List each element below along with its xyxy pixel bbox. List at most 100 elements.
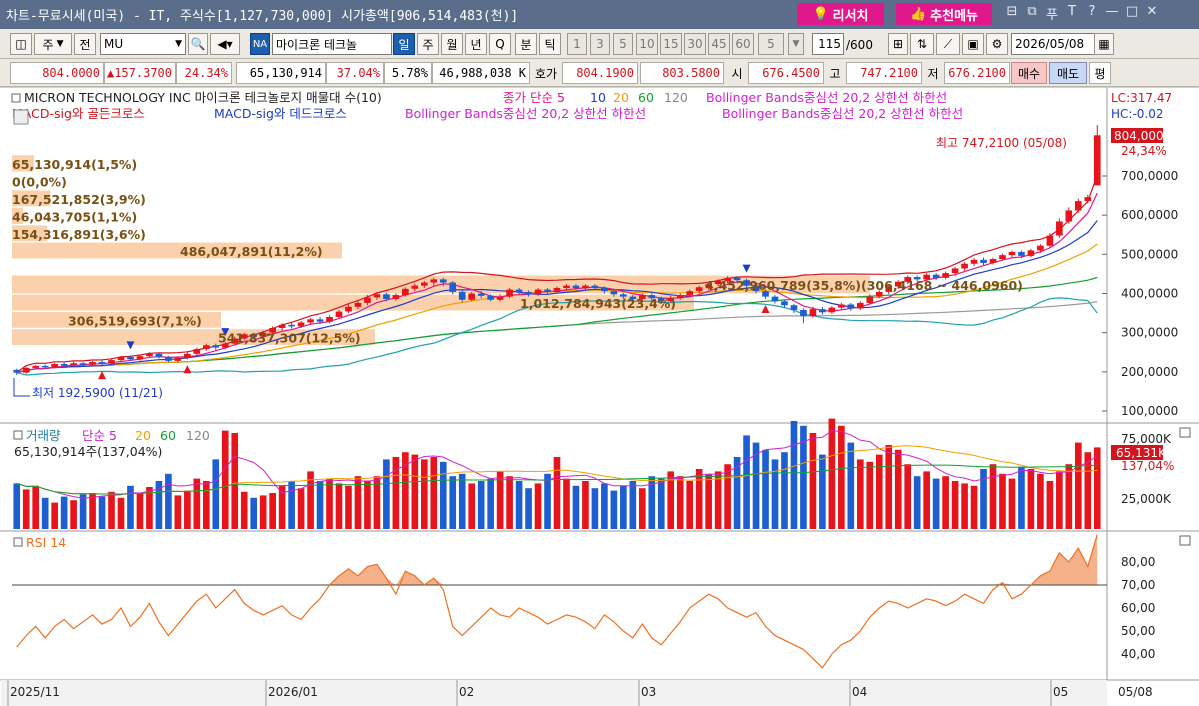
volume-bar[interactable] — [582, 481, 589, 529]
volume-bar[interactable] — [193, 478, 201, 529]
volume-bar[interactable] — [686, 481, 694, 529]
candle-body[interactable] — [193, 349, 201, 354]
candle-body[interactable] — [506, 289, 513, 297]
candle-body[interactable] — [439, 279, 447, 283]
volume-bar[interactable] — [866, 461, 874, 529]
candle-body[interactable] — [591, 285, 599, 289]
candle-body[interactable] — [1074, 201, 1082, 211]
candle-body[interactable] — [316, 319, 324, 322]
volume-bar[interactable] — [316, 481, 324, 529]
pin-icon[interactable]: 푸 — [1045, 4, 1059, 23]
candle-body[interactable] — [601, 288, 608, 292]
interval-1-button[interactable]: 1 — [567, 33, 587, 55]
chart-area[interactable]: 65,130,914(1,5%) 0(0,0%) 167,521,852(3,9%)… — [0, 88, 1199, 706]
candle-body[interactable] — [458, 291, 466, 300]
period-minute-button[interactable]: 분 — [515, 33, 537, 55]
volume-bar[interactable] — [695, 469, 703, 529]
evaluate-button[interactable]: 평 — [1089, 62, 1111, 84]
period-quarter-button[interactable]: Q — [489, 33, 511, 55]
volume-bar[interactable] — [1056, 471, 1063, 529]
volume-bar[interactable] — [809, 433, 817, 529]
candle-body[interactable] — [819, 309, 826, 313]
candle-body[interactable] — [487, 295, 494, 300]
chevron-down-icon[interactable]: ▼ — [175, 39, 182, 49]
candle-body[interactable] — [544, 289, 551, 292]
volume-bar[interactable] — [1008, 478, 1016, 529]
candle-body[interactable] — [184, 353, 191, 358]
candle-body[interactable] — [800, 309, 807, 317]
gear-icon[interactable]: ⚙ — [986, 33, 1008, 55]
candle-body[interactable] — [1046, 235, 1054, 246]
volume-bar[interactable] — [364, 481, 371, 529]
candle-body[interactable] — [1065, 210, 1073, 222]
interval-15-button[interactable]: 15 — [660, 33, 682, 55]
period-year-button[interactable]: 년 — [465, 33, 487, 55]
volume-bar[interactable] — [439, 461, 447, 529]
candle-type-icon[interactable]: ⇅ — [910, 33, 934, 55]
candle-body[interactable] — [1018, 251, 1025, 256]
volume-bar[interactable] — [620, 485, 627, 529]
candle-body[interactable] — [980, 259, 987, 263]
candle-body[interactable] — [809, 309, 817, 317]
buy-button[interactable]: 매수 — [1011, 62, 1047, 84]
maximize-icon[interactable]: □ — [1125, 4, 1139, 23]
volume-bar[interactable] — [762, 449, 769, 529]
period-type-select[interactable]: 주 ▼ — [34, 33, 72, 55]
volume-bar[interactable] — [790, 421, 798, 529]
help-icon[interactable]: ? — [1085, 4, 1099, 23]
candle-body[interactable] — [373, 294, 381, 298]
volume-bar[interactable] — [970, 485, 978, 529]
candle-body[interactable] — [307, 319, 314, 323]
candle-body[interactable] — [155, 353, 163, 357]
volume-bar[interactable] — [875, 454, 883, 529]
candle-body[interactable] — [354, 302, 362, 307]
volume-bar[interactable] — [1046, 481, 1054, 529]
volume-bar[interactable] — [714, 471, 722, 529]
candle-body[interactable] — [847, 304, 855, 309]
count-input[interactable]: 115 — [812, 33, 844, 55]
candle-body[interactable] — [89, 362, 96, 365]
custom-interval-field[interactable]: 5 — [758, 33, 784, 55]
volume-bar[interactable] — [392, 457, 400, 529]
volume-bar[interactable] — [430, 457, 438, 529]
volume-bar[interactable] — [165, 473, 172, 529]
volume-bar[interactable] — [269, 493, 276, 529]
candle-body[interactable] — [32, 365, 40, 368]
interval-3-button[interactable]: 3 — [590, 33, 610, 55]
volume-bar[interactable] — [1018, 466, 1025, 529]
volume-bar[interactable] — [136, 493, 144, 529]
candle-body[interactable] — [136, 356, 144, 360]
volume-bar[interactable] — [819, 454, 826, 529]
chart-svg[interactable]: 65,130,914(1,5%) 0(0,0%) 167,521,852(3,9%)… — [0, 88, 1199, 706]
volume-bar[interactable] — [610, 490, 618, 529]
candle-body[interactable] — [1056, 221, 1063, 236]
volume-bar[interactable] — [70, 500, 77, 529]
volume-bar[interactable] — [961, 483, 968, 529]
volume-bar[interactable] — [1065, 464, 1073, 529]
volume-bar[interactable] — [449, 476, 457, 529]
layout-icon[interactable]: ⊟ — [1005, 4, 1019, 23]
volume-bar[interactable] — [942, 476, 949, 529]
volume-bar[interactable] — [856, 459, 864, 529]
volume-bar[interactable] — [894, 449, 902, 529]
volume-bar[interactable] — [913, 476, 921, 529]
candle-body[interactable] — [22, 367, 30, 373]
candle-body[interactable] — [970, 259, 978, 264]
candle-body[interactable] — [572, 285, 580, 289]
candle-body[interactable] — [1084, 197, 1092, 202]
close-icon[interactable]: ✕ — [1145, 4, 1159, 23]
volume-bar[interactable] — [98, 496, 106, 529]
volume-bar[interactable] — [506, 476, 513, 529]
volume-bar[interactable] — [487, 478, 494, 529]
recommend-menu-button[interactable]: 👍 추천메뉴 — [896, 3, 992, 25]
candle-body[interactable] — [345, 306, 352, 312]
candle-body[interactable] — [297, 322, 305, 327]
interval-5-button[interactable]: 5 — [613, 33, 633, 55]
candle-body[interactable] — [856, 302, 864, 309]
volume-bar[interactable] — [601, 483, 608, 529]
save-icon[interactable]: ▣ — [962, 33, 984, 55]
interval-60-button[interactable]: 60 — [732, 33, 754, 55]
na-badge[interactable]: NA — [250, 33, 270, 55]
candle-body[interactable] — [364, 297, 371, 303]
volume-bar[interactable] — [572, 485, 580, 529]
